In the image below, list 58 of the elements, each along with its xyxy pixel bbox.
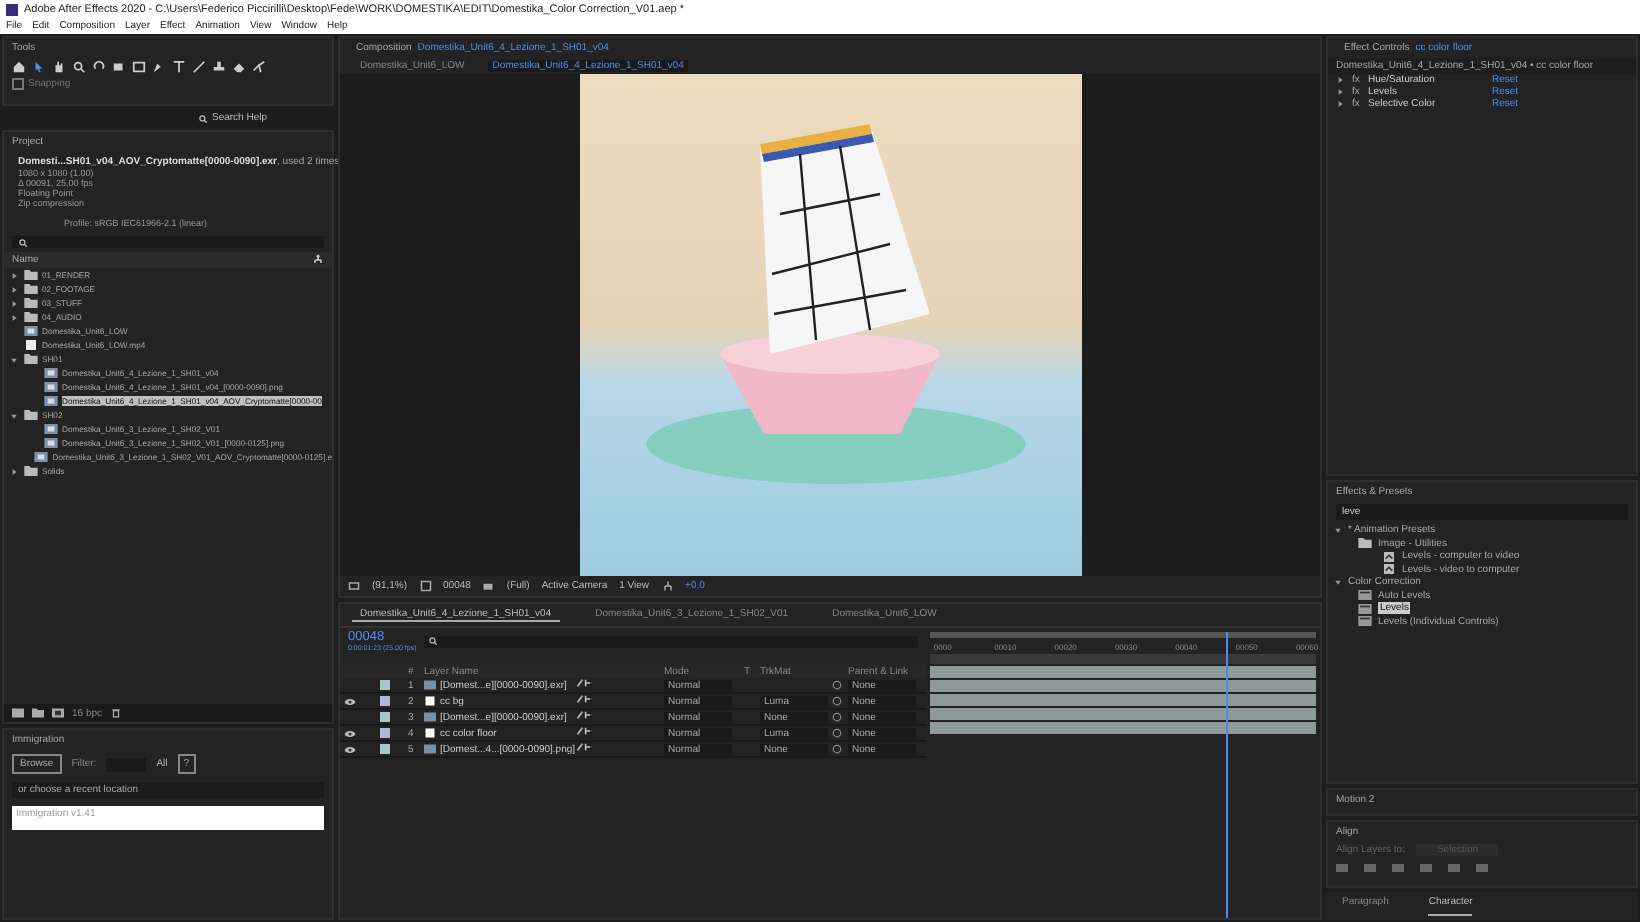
- label-swatch[interactable]: [380, 728, 390, 738]
- effect-switch-icon[interactable]: [576, 742, 592, 752]
- expand-triangle-icon[interactable]: [10, 411, 18, 419]
- file-icon: [24, 340, 38, 350]
- expand-triangle-icon[interactable]: [10, 355, 18, 363]
- camera-icon[interactable]: [482, 580, 495, 592]
- composition-icon: [24, 326, 38, 336]
- grid-icon[interactable]: [419, 580, 432, 592]
- eye-icon[interactable]: [344, 745, 356, 753]
- new-folder-icon[interactable]: [32, 708, 44, 718]
- eye-icon[interactable]: [344, 697, 356, 705]
- footage-icon: [424, 680, 436, 690]
- effect-switch-icon[interactable]: [576, 710, 592, 720]
- hand-icon[interactable]: [52, 60, 66, 74]
- effect-switch-icon[interactable]: [576, 694, 592, 704]
- effect-switch-icon[interactable]: [576, 726, 592, 736]
- trash-icon[interactable]: [110, 708, 123, 718]
- new-composition-icon[interactable]: [52, 708, 64, 718]
- solid-icon: [424, 696, 436, 706]
- home-icon[interactable]: [12, 60, 26, 74]
- label-swatch[interactable]: [380, 712, 390, 722]
- app-icon: [6, 3, 18, 15]
- label-swatch[interactable]: [380, 744, 390, 754]
- selection-arrow-icon[interactable]: [32, 60, 46, 74]
- always-preview-icon[interactable]: [348, 580, 360, 592]
- puppet-pin-icon[interactable]: [252, 60, 266, 74]
- folder-icon: [24, 466, 38, 476]
- eraser-icon[interactable]: [232, 60, 246, 74]
- footage-icon: [424, 744, 436, 754]
- type-icon[interactable]: [172, 60, 186, 74]
- stamp-icon[interactable]: [212, 60, 226, 74]
- footage-icon: [424, 712, 436, 722]
- camera-icon[interactable]: [112, 60, 126, 74]
- expand-triangle-icon[interactable]: [10, 299, 18, 307]
- rectangle-icon[interactable]: [132, 60, 146, 74]
- folder-icon: [24, 354, 38, 364]
- layer-search-field[interactable]: [424, 636, 918, 648]
- eye-icon[interactable]: [344, 729, 356, 737]
- flowchart-icon[interactable]: [312, 254, 324, 266]
- search-icon: [18, 237, 28, 247]
- expand-triangle-icon[interactable]: [10, 467, 18, 475]
- brush-icon[interactable]: [192, 60, 206, 74]
- label-swatch[interactable]: [380, 696, 390, 706]
- folder-icon: [24, 410, 38, 420]
- pen-icon[interactable]: [152, 60, 166, 74]
- search-icon: [198, 113, 208, 123]
- effect-switch-icon[interactable]: [576, 678, 592, 688]
- expand-triangle-icon[interactable]: [10, 313, 18, 321]
- expand-triangle-icon[interactable]: [10, 285, 18, 293]
- project-search-field[interactable]: [12, 236, 324, 248]
- solid-icon: [424, 728, 436, 738]
- search-icon: [428, 636, 439, 646]
- folder-icon: [1358, 538, 1372, 549]
- search-icon[interactable]: [72, 60, 86, 74]
- rotate-icon[interactable]: [92, 60, 106, 74]
- label-swatch[interactable]: [380, 680, 390, 690]
- interpret-footage-icon[interactable]: [12, 708, 24, 718]
- flowchart-icon[interactable]: [661, 580, 674, 592]
